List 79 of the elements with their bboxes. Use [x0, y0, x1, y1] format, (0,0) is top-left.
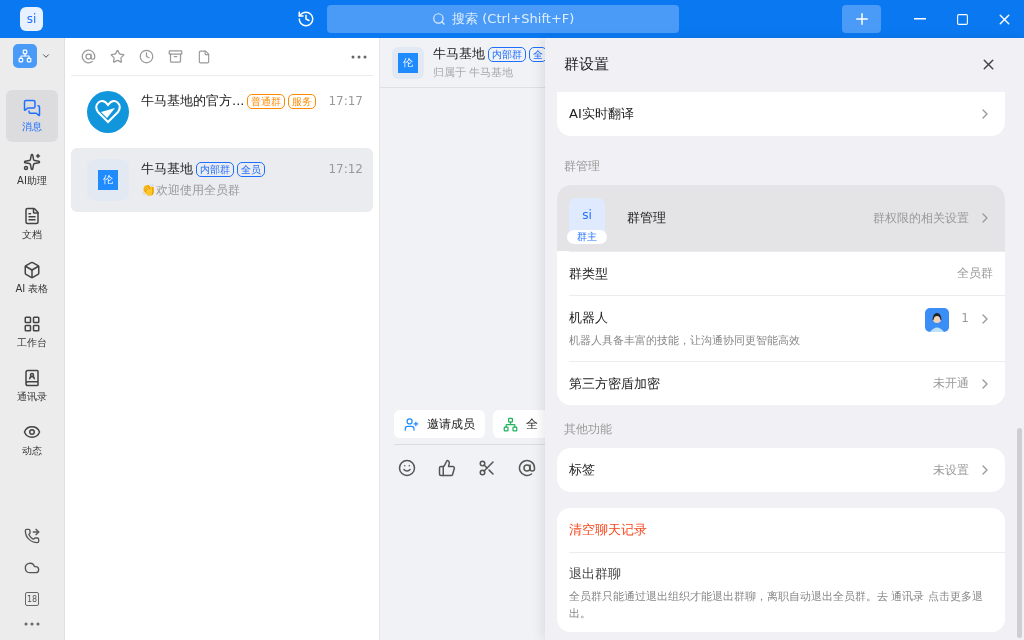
maximize-icon	[955, 12, 969, 26]
nav-item[interactable]: 通讯录	[6, 360, 58, 412]
message-time: 17:17	[328, 94, 363, 108]
chat-subtitle: 归属于 牛马基地	[433, 65, 515, 80]
avatar-initials: si	[582, 208, 592, 224]
more-icon[interactable]	[24, 622, 40, 626]
add-person-icon	[404, 416, 419, 432]
row-value: 群权限的相关设置	[873, 209, 969, 227]
row-value: 未开通	[933, 375, 969, 392]
chat-icon	[23, 98, 41, 117]
nav-item[interactable]: 动态	[6, 414, 58, 466]
row-label: AI实时翻译	[569, 105, 634, 123]
mention-icon[interactable]	[81, 49, 96, 64]
calendar-icon[interactable]: 18	[25, 592, 39, 606]
conversation-item[interactable]: 牛马基地的官方... 普通群 服务 17:17	[71, 80, 373, 144]
leave-group-description: 全员群只能通过退出组织才能退出群聊，离职自动退出全员群。去 通讯录 点击更多退出。	[569, 589, 984, 622]
row-label: 群管理	[627, 209, 666, 227]
row-value: 未设置	[933, 461, 969, 479]
more-icon[interactable]	[351, 54, 367, 59]
add-button[interactable]	[842, 5, 881, 33]
nav-item[interactable]: 文档	[6, 198, 58, 250]
org-switcher[interactable]	[13, 44, 51, 68]
nav-item[interactable]: 工作台	[6, 306, 58, 358]
search-icon	[432, 12, 447, 26]
contact-book-icon	[23, 368, 41, 387]
group-tag: 服务	[288, 93, 317, 109]
row-label: 机器人	[569, 308, 609, 327]
grid-icon	[23, 314, 41, 333]
avatar-initial: 伦	[398, 52, 418, 73]
sparkle-icon	[23, 152, 41, 171]
scissors-icon[interactable]	[478, 458, 496, 477]
section-heading: 其他功能	[563, 421, 613, 438]
mention-icon[interactable]	[518, 458, 536, 477]
star-icon[interactable]	[110, 49, 125, 64]
phone-icon[interactable]	[24, 528, 40, 544]
org-chart-icon	[18, 49, 32, 63]
row-label: 标签	[569, 461, 595, 479]
row-value: 全员群	[957, 265, 993, 282]
cloud-icon[interactable]	[24, 560, 40, 576]
group-admin-row[interactable]: si 群主 群管理 群权限的相关设置	[557, 185, 1005, 251]
emoji-icon[interactable]	[398, 458, 416, 477]
archive-icon[interactable]	[168, 49, 183, 64]
app-logo[interactable]: si	[20, 7, 44, 31]
minimize-icon	[914, 18, 926, 20]
robot-count: 1	[961, 311, 969, 325]
nav-item[interactable]: AI助理	[6, 144, 58, 196]
row-label: 群类型	[569, 264, 608, 283]
leave-group-label[interactable]: 退出群聊	[569, 565, 993, 583]
conversation-item[interactable]: 伦 牛马基地 内部群 全员 17:12 👏欢迎使用全员群	[71, 148, 373, 212]
message-preview: 👏欢迎使用全员群	[141, 182, 241, 199]
row-description: 机器人具备丰富的技能，让沟通协同更智能高效	[569, 332, 801, 349]
heart-icon	[95, 100, 121, 124]
group-tag: 内部群	[488, 46, 526, 62]
scrollbar[interactable]	[1017, 428, 1022, 638]
group-tag: 普通群	[247, 93, 286, 109]
owner-badge: 群主	[567, 230, 607, 244]
history-button[interactable]	[297, 10, 316, 28]
conversation-name: 牛马基地的官方...	[141, 92, 245, 110]
history-icon	[297, 10, 316, 28]
panel-title: 群设置	[564, 54, 609, 74]
group-tag: 内部群	[196, 161, 234, 177]
chat-title: 牛马基地	[433, 45, 485, 63]
avatar-initial: 伦	[98, 170, 118, 190]
file-icon[interactable]	[197, 49, 211, 64]
message-time: 17:12	[328, 162, 363, 176]
clock-icon[interactable]	[139, 49, 154, 64]
quick-action-button[interactable]: 全	[493, 410, 548, 438]
quick-action-button[interactable]: 邀请成员	[394, 410, 485, 438]
caret-icon	[41, 51, 51, 61]
group-icon	[503, 416, 518, 432]
document-icon	[23, 206, 41, 225]
group-tag: 全员	[237, 161, 265, 177]
cube-icon	[23, 260, 41, 279]
nav-item[interactable]: AI 表格	[6, 252, 58, 304]
row-label: 第三方密盾加密	[569, 374, 660, 393]
thumbs-up-icon[interactable]	[438, 458, 456, 477]
conversation-name: 牛马基地	[141, 160, 193, 178]
robot-avatar-icon	[925, 308, 950, 332]
section-heading: 群管理	[563, 158, 601, 175]
